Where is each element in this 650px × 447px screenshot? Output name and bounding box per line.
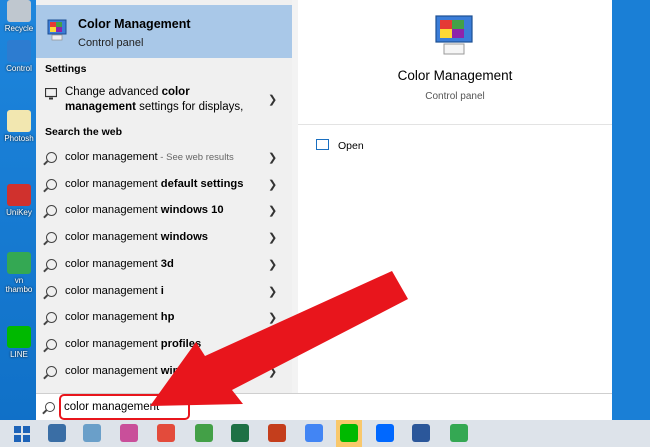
search-icon: [46, 152, 57, 163]
desktop-icon[interactable]: LINE: [2, 326, 36, 359]
desktop-app-icon: [7, 110, 31, 132]
preview-pane: Color Management Control panel Open: [298, 0, 612, 393]
search-icon: [46, 312, 57, 324]
desktop-app-icon: [7, 0, 31, 22]
desktop-icon-label: Photosh: [4, 134, 34, 143]
desktop-icon-label: vn thambo: [5, 276, 33, 294]
web-result-label: color management windows 10: [65, 204, 224, 217]
best-match-color-management[interactable]: Color Management Control panel: [36, 5, 292, 58]
desktop-app-icon: [7, 40, 31, 62]
chrome-alt-icon[interactable]: [450, 424, 468, 442]
chevron-right-icon[interactable]: ❯: [268, 258, 277, 271]
preview-title: Color Management: [397, 68, 513, 83]
search-icon: [46, 232, 57, 244]
preview-header: Color Management Control panel: [298, 0, 612, 125]
search-bar[interactable]: [36, 393, 612, 421]
open-label: Open: [338, 140, 364, 152]
web-result-label: color management profiles: [65, 337, 202, 350]
search-icon: [46, 258, 57, 270]
web-result-item[interactable]: color management default settings ❯: [36, 172, 292, 198]
search-icon: [46, 365, 57, 377]
web-heading: Search the web: [45, 126, 123, 138]
chevron-right-icon[interactable]: ❯: [268, 338, 277, 351]
results-list: Color Management Control panel Settings …: [36, 0, 292, 393]
search-icon: [45, 402, 55, 412]
web-result-item[interactable]: color management hp ❯: [36, 305, 292, 331]
desktop-icon[interactable]: UniKey: [2, 184, 36, 217]
open-window-icon: [316, 139, 329, 150]
chevron-right-icon[interactable]: ❯: [268, 178, 277, 191]
display-settings-icon: [45, 88, 57, 100]
chevron-right-icon[interactable]: ❯: [268, 151, 277, 164]
web-result-label: color management 3d: [65, 257, 174, 270]
web-result-label: color management hp: [65, 311, 175, 324]
web-result-label: color management windows: [65, 231, 209, 244]
desktop-icon[interactable]: Control: [2, 40, 36, 73]
web-result-label: color management default settings: [65, 177, 244, 190]
search-highlight-box: [59, 394, 190, 420]
chevron-right-icon[interactable]: ❯: [268, 311, 277, 324]
web-result-item[interactable]: color management 3d ❯: [36, 252, 292, 278]
word-icon[interactable]: [412, 424, 430, 442]
web-result-item[interactable]: color management i ❯: [36, 279, 292, 305]
files-app-icon[interactable]: [83, 424, 101, 442]
best-match-subtitle: Control panel: [78, 37, 144, 49]
desktop-icon[interactable]: Photosh: [2, 110, 36, 143]
chevron-right-icon[interactable]: ❯: [268, 231, 277, 244]
powerpoint-icon[interactable]: [268, 424, 286, 442]
chevron-right-icon[interactable]: ❯: [268, 93, 277, 106]
chrome-icon[interactable]: [305, 424, 323, 442]
settings-item-label: Change advanced color management setting…: [65, 86, 244, 113]
web-result-label: color management windows 7: [65, 364, 218, 377]
web-result-label: color management i: [65, 284, 164, 297]
web-result-item[interactable]: color management windows 7 ❯: [36, 359, 292, 385]
desktop-icon-label: Control: [6, 64, 32, 73]
best-match-title: Color Management: [78, 17, 191, 31]
photos-app-icon[interactable]: [157, 424, 175, 442]
desktop-app-icon: [7, 184, 31, 206]
search-icon: [46, 338, 57, 350]
color-management-large-icon: [435, 15, 473, 55]
zalo-icon[interactable]: [376, 424, 394, 442]
refresh-app-icon[interactable]: [195, 424, 213, 442]
paint-app-icon[interactable]: [120, 424, 138, 442]
search-results-panel: Color Management Control panel Settings …: [36, 0, 612, 393]
desktop-right-area: [612, 0, 650, 420]
search-icon: [46, 178, 57, 190]
web-result-item[interactable]: color management windows ❯: [36, 225, 292, 251]
desktop-app-icon: [7, 252, 31, 274]
start-menu-icon[interactable]: [14, 426, 30, 442]
settings-heading: Settings: [45, 63, 87, 75]
preview-subtitle: Control panel: [425, 91, 485, 102]
desktop-icon-label: UniKey: [6, 208, 32, 217]
color-management-icon: [47, 19, 67, 41]
task-view-icon[interactable]: [48, 424, 66, 442]
settings-item-advanced-color[interactable]: Change advanced color management setting…: [36, 80, 292, 120]
line-app-icon[interactable]: [340, 424, 358, 442]
taskbar: [0, 420, 650, 447]
excel-icon[interactable]: [231, 424, 249, 442]
chevron-right-icon[interactable]: ❯: [268, 204, 277, 217]
desktop-icon-label: LINE: [10, 350, 28, 359]
desktop-icon-label: Recycle: [4, 24, 34, 33]
chevron-right-icon[interactable]: ❯: [268, 285, 277, 298]
desktop-icon[interactable]: Recycle: [2, 0, 36, 33]
web-result-item[interactable]: color management profiles ❯: [36, 332, 292, 358]
web-result-label: color management - See web results: [65, 151, 234, 163]
web-result-item[interactable]: color management - See web results ❯: [36, 145, 292, 171]
search-icon: [46, 285, 57, 297]
web-result-item[interactable]: color management windows 10 ❯: [36, 198, 292, 224]
search-icon: [46, 205, 57, 217]
chevron-right-icon[interactable]: ❯: [268, 365, 277, 378]
desktop-icon[interactable]: vn thambo: [2, 252, 36, 294]
desktop-app-icon: [7, 326, 31, 348]
